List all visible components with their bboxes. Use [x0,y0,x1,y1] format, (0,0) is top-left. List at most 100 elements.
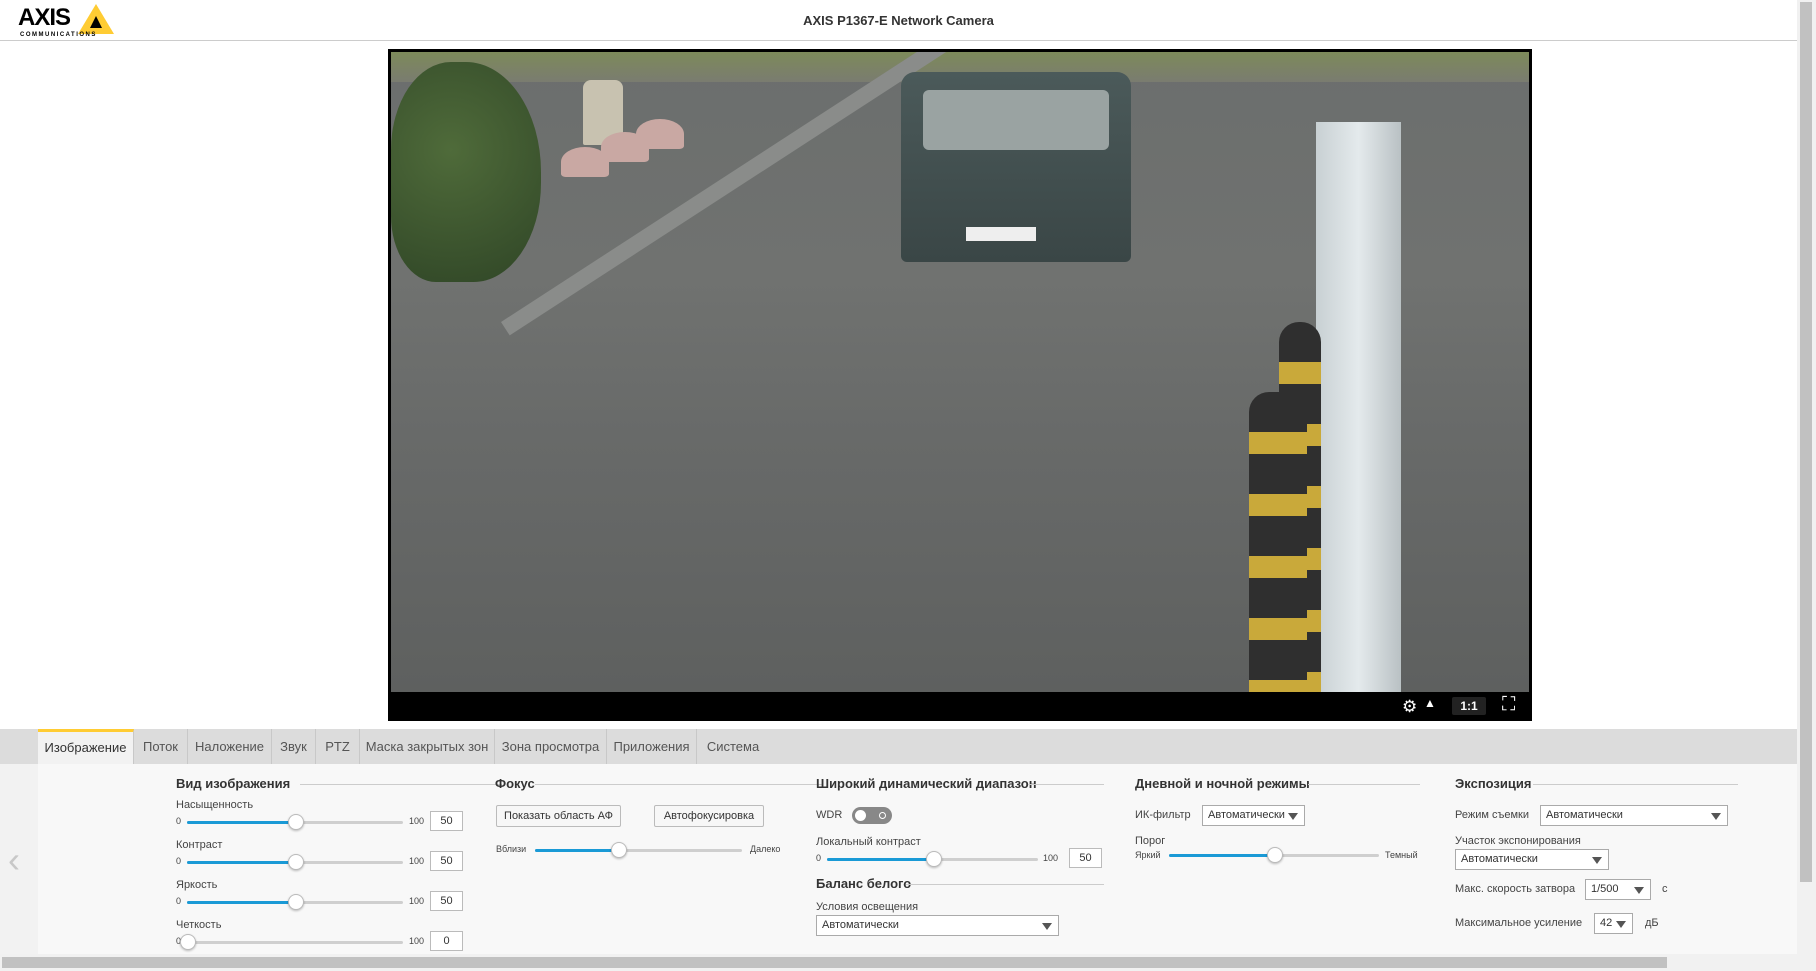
video-control-bar: ⚙ ▲ 1:1 ⛶ [388,692,1532,721]
scene-bollard [1249,392,1307,692]
saturation-fill [187,821,295,824]
lighting-conditions-select[interactable]: Автоматически [816,915,1059,936]
divider [535,784,822,785]
tab-overlay[interactable]: Наложение [188,729,272,764]
sharpness-knob[interactable] [180,934,196,950]
caret-up-icon[interactable]: ▲ [1424,696,1436,710]
tab-audio[interactable]: Звук [272,729,316,764]
max-shutter-select[interactable]: 1/500 [1585,879,1651,900]
panel-left-nav: ‹ [0,764,38,954]
chevron-down-icon [1042,923,1052,930]
tab-ptz[interactable]: PTZ [316,729,360,764]
chevron-down-icon [1616,921,1626,928]
autofocus-button[interactable]: Автофокусировка [654,805,764,827]
camera-live-image [391,52,1529,692]
fullscreen-icon[interactable]: ⛶ [1502,694,1515,716]
vertical-scrollbar-thumb[interactable] [1800,2,1812,882]
chevron-down-icon [1592,857,1602,864]
saturation-knob[interactable] [288,814,304,830]
brightness-fill [187,901,295,904]
focus-slider-fill [535,849,618,852]
video-viewer[interactable]: ⚙ ▲ 1:1 ⛶ [388,49,1532,721]
threshold-knob[interactable] [1267,847,1283,863]
chevron-down-icon [1288,813,1298,820]
exposure-zone-select[interactable]: Автоматически [1455,849,1609,870]
wdr-label: WDR [816,809,843,821]
threshold-label: Порог [1135,835,1166,847]
chevron-left-icon[interactable]: ‹ [8,839,20,881]
panel-content: Вид изображения Насыщенность 0 100 Контраст… [38,764,1797,954]
max-gain-label: Максимальное усиление [1455,917,1583,929]
app-header: AXIS COMMUNICATIONS AXIS P1367-E Network… [0,0,1797,41]
ratio-button[interactable]: 1:1 [1452,697,1486,715]
focus-slider-track[interactable] [535,849,742,852]
lighting-conditions-value: Автоматически [822,919,899,931]
wdr-title: Широкий динамический диапазон [816,776,1037,791]
contrast-input[interactable] [430,851,463,871]
image-view-title: Вид изображения [176,776,291,791]
brightness-knob[interactable] [288,894,304,910]
tab-view-area[interactable]: Зона просмотра [495,729,607,764]
contrast-knob[interactable] [288,854,304,870]
toggle-knob [855,810,866,821]
max-shutter-value: 1/500 [1591,883,1619,895]
car-window [923,90,1109,150]
local-contrast-label: Локальный контраст [816,836,921,848]
threshold-bright-label: Яркий [1135,850,1161,860]
max-gain-unit: дБ [1645,917,1659,929]
tab-privacy-mask[interactable]: Маска закрытых зон [360,729,495,764]
saturation-max: 100 [409,816,425,826]
exposure-zone-label: Участок экспонирования [1455,835,1581,847]
car-plate [966,227,1036,241]
tab-apps[interactable]: Приложения [607,729,697,764]
local-contrast-min: 0 [816,853,822,863]
lighting-conditions-label: Условия освещения [816,901,919,913]
focus-far-label: Далеко [750,844,781,854]
max-gain-value: 42 [1600,917,1613,929]
brightness-max: 100 [409,896,425,906]
max-shutter-unit: с [1662,883,1668,895]
saturation-input[interactable] [430,811,463,831]
sharpness-track[interactable] [187,941,403,944]
settings-panel: Изображение Поток Наложение Звук PTZ Мас… [0,729,1797,954]
contrast-fill [187,861,295,864]
tab-stream[interactable]: Поток [134,729,188,764]
local-contrast-input[interactable] [1069,848,1102,868]
max-gain-select[interactable]: 42 [1594,913,1633,934]
brightness-min: 0 [176,896,182,906]
focus-near-label: Вблизи [496,844,527,854]
vertical-scrollbar[interactable] [1797,0,1816,971]
show-af-area-button[interactable]: Показать область АФ [496,805,621,827]
local-contrast-fill [827,858,933,861]
scene-white-pole [1316,122,1401,692]
wdr-toggle[interactable] [852,807,892,824]
brightness-input[interactable] [430,891,463,911]
chevron-down-icon [1711,813,1721,820]
exposure-mode-label: Режим съемки [1455,809,1529,821]
horizontal-scrollbar-thumb[interactable] [2,957,1667,968]
exposure-mode-select[interactable]: Автоматически [1540,805,1728,826]
tab-system[interactable]: Система [697,729,769,764]
divider [1028,784,1104,785]
scene-stone [636,119,684,149]
threshold-fill [1169,854,1274,857]
sharpness-max: 100 [409,936,425,946]
divider [300,784,502,785]
divider [906,884,1104,885]
exposure-title: Экспозиция [1455,776,1532,791]
contrast-min: 0 [176,856,182,866]
focus-slider-knob[interactable] [610,842,627,858]
sharpness-input[interactable] [430,931,463,951]
ir-filter-select[interactable]: Автоматически [1202,805,1305,826]
local-contrast-knob[interactable] [925,851,942,867]
horizontal-scrollbar[interactable] [0,954,1797,971]
tab-image[interactable]: Изображение [38,729,134,764]
brightness-label: Яркость [176,879,218,891]
ir-filter-label: ИК-фильтр [1135,809,1191,821]
saturation-min: 0 [176,816,182,826]
settings-gear-icon[interactable]: ⚙ [1402,697,1417,717]
scene-car [901,72,1131,262]
saturation-label: Насыщенность [176,799,254,811]
white-balance-title: Баланс белого [816,876,912,891]
chevron-down-icon [1634,887,1644,894]
